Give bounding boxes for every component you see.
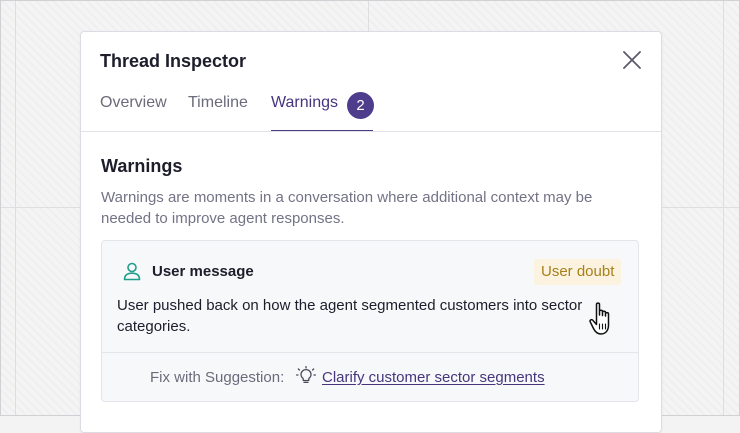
close-icon xyxy=(623,51,641,69)
close-button[interactable] xyxy=(621,49,643,71)
thread-inspector-panel: Thread Inspector Overview Timeline Warni… xyxy=(80,31,662,433)
tab-timeline[interactable]: Timeline xyxy=(188,94,248,132)
lightbulb-icon xyxy=(296,366,316,384)
divider xyxy=(81,131,661,132)
warning-card: User message User doubt User pushed back… xyxy=(101,240,639,402)
tab-label: Timeline xyxy=(188,94,248,111)
warnings-count-badge: 2 xyxy=(347,92,374,119)
fix-label: Fix with Suggestion: xyxy=(150,369,285,386)
tab-label: Warnings xyxy=(271,94,338,111)
card-heading: User message xyxy=(152,263,254,280)
warning-type-tag: User doubt xyxy=(534,259,622,285)
section-description: Warnings are moments in a conversation w… xyxy=(101,189,593,227)
fix-suggestion-row: Fix with Suggestion: Clarify customer se… xyxy=(150,366,545,386)
fix-suggestion-link[interactable]: Clarify customer sector segments xyxy=(322,369,545,386)
warning-message: User pushed back on how the agent segmen… xyxy=(117,297,583,335)
tab-bar: Overview Timeline Warnings 2 xyxy=(100,92,661,132)
tab-overview[interactable]: Overview xyxy=(100,94,167,132)
tab-warnings[interactable]: Warnings 2 xyxy=(271,92,374,132)
user-icon xyxy=(123,262,141,281)
section-title: Warnings xyxy=(101,156,183,176)
tab-label: Overview xyxy=(100,94,167,111)
panel-title: Thread Inspector xyxy=(100,51,247,71)
hand-cursor-icon xyxy=(589,302,610,335)
card-divider xyxy=(102,352,638,353)
